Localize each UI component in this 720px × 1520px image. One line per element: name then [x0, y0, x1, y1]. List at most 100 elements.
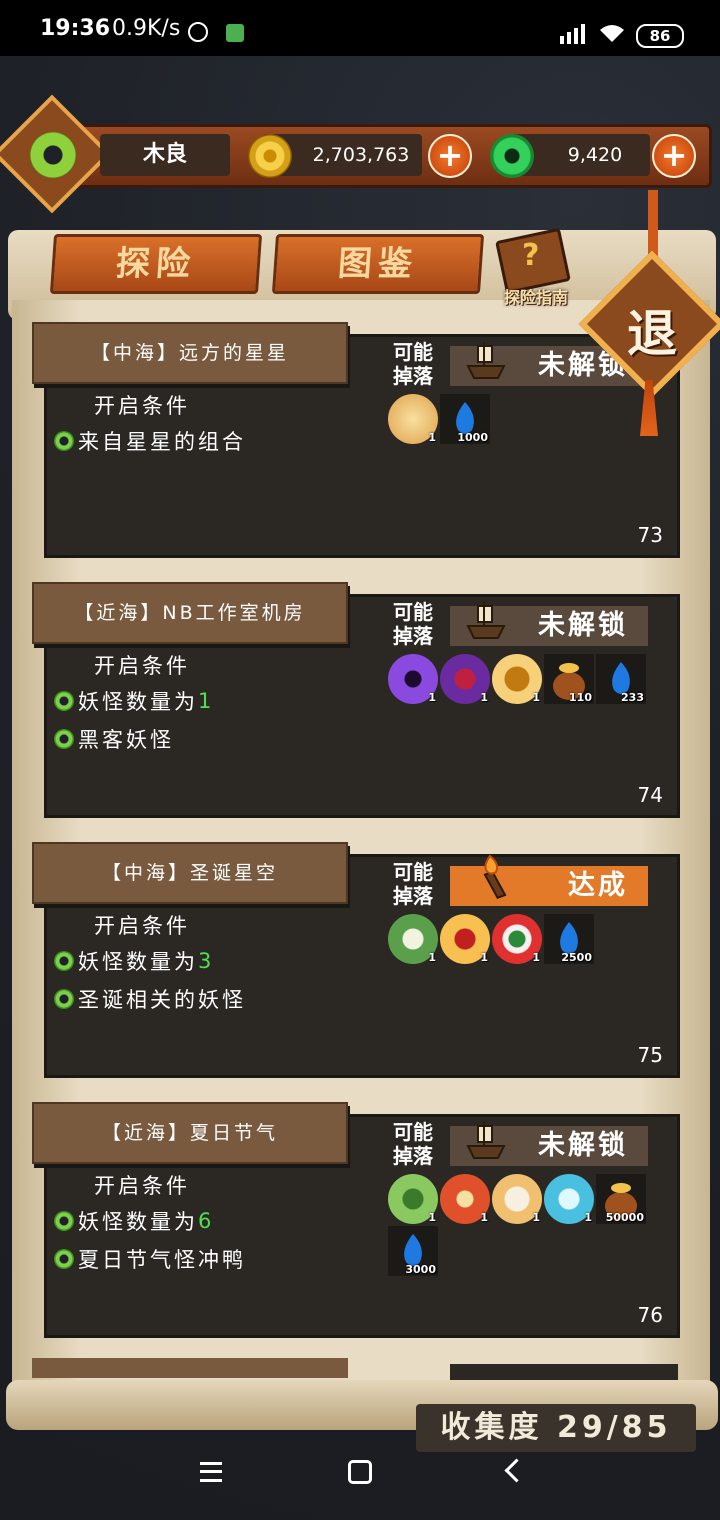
coin-amount: 2,703,763 — [312, 144, 410, 166]
system-status-bar: 19:36 0.9K/s 86 — [0, 0, 720, 56]
condition-heading: 开启条件 — [94, 654, 190, 678]
app-notification-icon — [226, 24, 244, 42]
money-bag-icon[interactable]: 110 — [544, 654, 594, 704]
item-qty: 50000 — [605, 1211, 644, 1224]
fire-triangle-icon[interactable]: 1 — [440, 1174, 490, 1224]
bell-icon[interactable]: 1 — [440, 914, 490, 964]
item-qty: 1 — [428, 691, 436, 704]
card-number: 76 — [637, 1303, 663, 1327]
card-number: 74 — [637, 783, 663, 807]
condition-text: 妖怪数量为 — [78, 690, 198, 714]
condition-text: 妖怪数量为 — [78, 1210, 198, 1234]
next-card-peek — [450, 1364, 678, 1380]
signal-icon — [560, 24, 585, 44]
item-qty: 1 — [428, 951, 436, 964]
player-name: 木良 — [142, 142, 187, 167]
ship-icon — [466, 342, 506, 379]
condition-item: 妖怪数量为 6 — [54, 1206, 214, 1236]
condition-text: 妖怪数量为 — [78, 950, 198, 974]
jade-bullet-icon — [54, 1211, 74, 1231]
item-qty: 1 — [428, 1211, 436, 1224]
card-title: 【中海】远方的星星 — [32, 322, 348, 384]
item-qty: 1 — [532, 951, 540, 964]
condition-count: 6 — [198, 1209, 215, 1233]
item-qty: 1 — [480, 691, 488, 704]
heart-mask-icon[interactable]: 1 — [440, 654, 490, 704]
jade-amount: 9,420 — [567, 144, 623, 166]
battery-indicator: 86 — [636, 24, 684, 48]
coin-icon — [248, 134, 292, 178]
alarm-icon — [188, 22, 208, 42]
card-title: 【近海】NB工作室机房 — [32, 582, 348, 644]
card-title: 【近海】夏日节气 — [32, 1102, 348, 1164]
status-net-speed: 0.9K/s — [112, 16, 181, 41]
condition-count: 1 — [198, 689, 215, 713]
condition-heading: 开启条件 — [94, 914, 190, 938]
jade-icon — [490, 134, 534, 178]
blue-flame-icon[interactable]: 233 — [596, 654, 646, 704]
purple-eye-icon[interactable]: 1 — [388, 654, 438, 704]
item-qty: 1 — [480, 1211, 488, 1224]
blue-flame-icon[interactable]: 1000 — [440, 394, 490, 444]
tab-explore[interactable]: 探险 — [49, 234, 263, 294]
jade-avatar-icon[interactable] — [30, 132, 76, 178]
guide-label[interactable]: 探险指南 — [494, 284, 578, 308]
jade-bullet-icon — [54, 431, 74, 451]
drop-label: 可能 掉落 — [393, 600, 433, 648]
condition-text: 圣诞相关的妖怪 — [78, 988, 246, 1012]
home-icon[interactable] — [348, 1460, 372, 1484]
condition-text: 夏日节气怪冲鸭 — [78, 1248, 246, 1272]
question-mark-icon: ? — [522, 238, 540, 273]
drop-label: 可能 掉落 — [393, 340, 433, 388]
condition-item: 妖怪数量为 3 — [54, 946, 214, 976]
jade-bullet-icon — [54, 1249, 74, 1269]
candy-cane-icon[interactable]: 1 — [492, 914, 542, 964]
exit-label[interactable]: 退 — [604, 294, 700, 366]
add-coins-button[interactable]: + — [428, 134, 472, 178]
item-qty: 2500 — [561, 951, 592, 964]
blue-flame-icon[interactable]: 2500 — [544, 914, 594, 964]
drop-label: 可能 掉落 — [393, 860, 433, 908]
condition-item: 圣诞相关的妖怪 — [54, 984, 246, 1014]
item-qty: 110 — [569, 691, 592, 704]
card-number: 73 — [637, 523, 663, 547]
jade-bullet-icon — [54, 729, 74, 749]
ice-crystal-icon[interactable]: 1 — [544, 1174, 594, 1224]
ship-icon — [466, 1122, 506, 1159]
condition-text: 黑客妖怪 — [78, 728, 174, 752]
jade-bullet-icon — [54, 951, 74, 971]
blue-flame-icon[interactable]: 3000 — [388, 1226, 438, 1276]
wifi-icon — [600, 25, 624, 42]
torch-icon — [483, 854, 507, 899]
condition-item: 夏日节气怪冲鸭 — [54, 1244, 246, 1274]
condition-heading: 开启条件 — [94, 394, 190, 418]
menu-icon[interactable] — [200, 1462, 222, 1482]
item-qty: 1 — [532, 691, 540, 704]
condition-item: 来自星星的组合 — [54, 426, 246, 456]
wheat-bun-icon[interactable]: 1 — [492, 1174, 542, 1224]
condition-item: 妖怪数量为 1 — [54, 686, 214, 716]
green-leaf-icon[interactable]: 1 — [388, 1174, 438, 1224]
santa-cat-icon[interactable]: 1 — [388, 914, 438, 964]
tab-collection[interactable]: 图鉴 — [271, 234, 485, 294]
golden-beetle-icon[interactable]: 1 — [492, 654, 542, 704]
item-qty: 3000 — [405, 1263, 436, 1276]
item-qty: 1000 — [457, 431, 488, 444]
next-card-peek — [32, 1358, 348, 1378]
money-bag-icon[interactable]: 50000 — [596, 1174, 646, 1224]
drop-label: 可能 掉落 — [393, 1120, 433, 1168]
condition-count: 3 — [198, 949, 215, 973]
item-qty: 1 — [584, 1211, 592, 1224]
condition-heading: 开启条件 — [94, 1174, 190, 1198]
condition-item: 黑客妖怪 — [54, 724, 174, 754]
ship-icon — [466, 602, 506, 639]
item-qty: 1 — [480, 951, 488, 964]
card-title: 【中海】圣诞星空 — [32, 842, 348, 904]
status-time: 19:36 — [40, 16, 111, 41]
jade-bullet-icon — [54, 691, 74, 711]
card-number: 75 — [637, 1043, 663, 1067]
condition-text: 来自星星的组合 — [78, 430, 246, 454]
add-jade-button[interactable]: + — [652, 134, 696, 178]
item-qty: 233 — [621, 691, 644, 704]
star-scroll-icon[interactable]: 1 — [388, 394, 438, 444]
